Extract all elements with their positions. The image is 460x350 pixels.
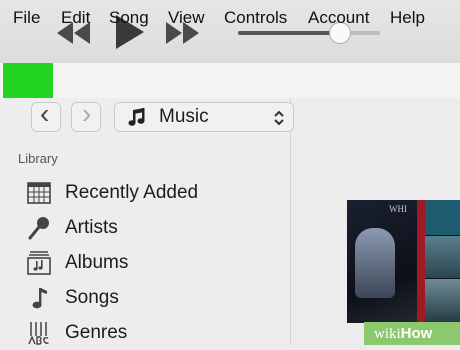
library-item-label: Recently Added bbox=[65, 182, 199, 203]
album-art-panel-top bbox=[425, 200, 460, 235]
album-artwork[interactable]: WHI bbox=[347, 200, 460, 323]
media-source-select[interactable]: Music bbox=[114, 102, 294, 132]
menu-controls[interactable]: Controls bbox=[224, 0, 287, 35]
updown-chevron-icon bbox=[274, 110, 284, 126]
watermark-prefix: wiki bbox=[374, 326, 401, 342]
microphone-icon bbox=[28, 217, 49, 240]
library-item-label: Genres bbox=[65, 322, 128, 343]
library-item-songs[interactable]: Songs bbox=[0, 281, 290, 315]
music-note-icon bbox=[32, 288, 47, 309]
source-label: Music bbox=[159, 106, 209, 127]
menu-help[interactable]: Help bbox=[390, 0, 425, 35]
library-heading: Library bbox=[18, 151, 58, 166]
album-art-figure bbox=[355, 228, 395, 298]
back-button[interactable]: ‹ bbox=[31, 98, 61, 132]
menu-song[interactable]: Song bbox=[109, 0, 149, 35]
album-art-text: WHI bbox=[389, 204, 407, 214]
menu-file[interactable]: File bbox=[13, 0, 40, 35]
library-item-label: Albums bbox=[65, 252, 129, 273]
library-item-albums[interactable]: Albums bbox=[0, 246, 290, 280]
chevron-left-icon: ‹ bbox=[40, 98, 50, 129]
file-menu-highlight bbox=[3, 63, 53, 100]
menu-account[interactable]: Account bbox=[308, 0, 369, 35]
genres-icon bbox=[28, 322, 49, 345]
forward-button[interactable]: › bbox=[71, 98, 101, 132]
watermark-suffix: How bbox=[400, 325, 433, 342]
wikihow-watermark: wikiHow bbox=[364, 322, 460, 345]
menu-bar bbox=[0, 63, 460, 98]
album-art-panel-bottom bbox=[425, 279, 460, 323]
library-item-recently-added[interactable]: Recently Added bbox=[0, 176, 290, 210]
album-icon bbox=[27, 251, 51, 275]
menu-edit[interactable]: Edit bbox=[61, 0, 90, 35]
chevron-right-icon: › bbox=[82, 98, 92, 129]
library-item-label: Artists bbox=[65, 217, 118, 238]
library-item-artists[interactable]: Artists bbox=[0, 211, 290, 245]
library-item-label: Songs bbox=[65, 287, 119, 308]
recently-added-icon bbox=[27, 182, 51, 204]
album-art-red-stripe bbox=[417, 200, 425, 323]
album-art-panel-mid bbox=[425, 236, 460, 278]
menu-view[interactable]: View bbox=[168, 0, 205, 35]
music-note-icon bbox=[128, 108, 145, 126]
